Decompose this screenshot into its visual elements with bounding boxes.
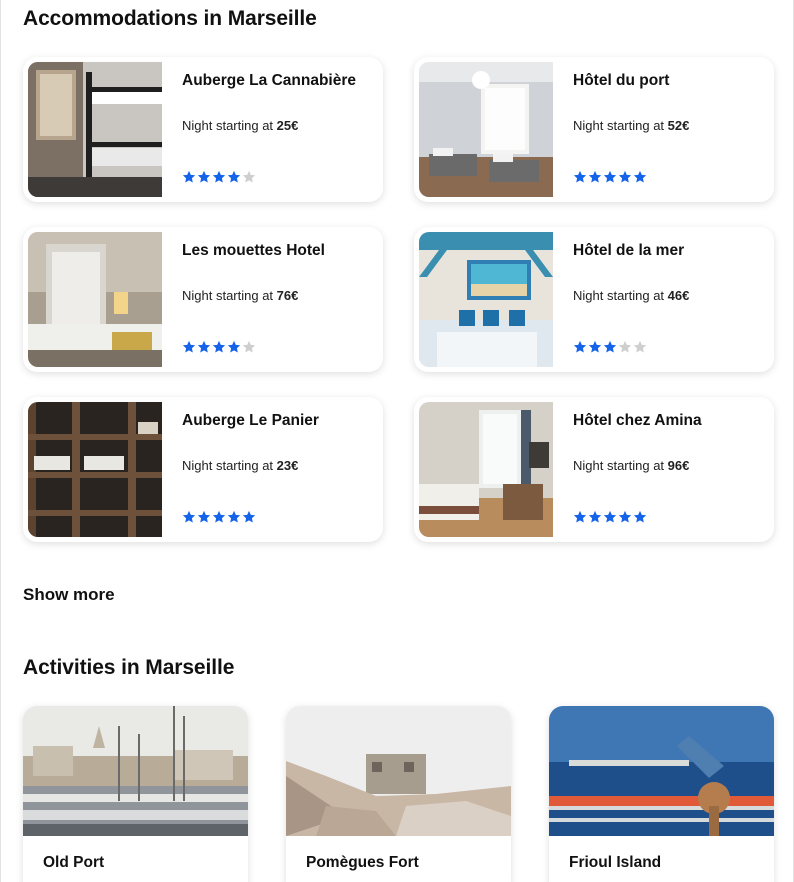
accommodation-name: Auberge La Cannabière (182, 72, 356, 89)
activities-title: Activities in Marseille (23, 656, 235, 679)
star-icon (212, 170, 226, 183)
accommodation-price: Night starting at 76€ (182, 288, 298, 303)
price-prefix: Night starting at (573, 118, 665, 133)
star-icon (242, 510, 256, 523)
hotel-room-photo (28, 232, 162, 367)
star-icon (633, 340, 647, 353)
hotel-room-photo (419, 402, 553, 537)
old-port-photo (23, 706, 248, 836)
star-icon (197, 340, 211, 353)
star-icon (182, 510, 196, 523)
activity-card[interactable]: Old Port (23, 706, 248, 882)
price-amount: 25€ (276, 118, 299, 133)
star-icon (573, 510, 587, 523)
price-amount: 96€ (667, 458, 690, 473)
activity-name: Old Port (43, 854, 105, 871)
accommodation-price: Night starting at 46€ (573, 288, 689, 303)
star-rating (182, 340, 256, 354)
star-icon (603, 510, 617, 523)
activity-card[interactable]: Pomègues Fort (286, 706, 511, 882)
price-prefix: Night starting at (182, 458, 274, 473)
star-icon (182, 340, 196, 353)
price-prefix: Night starting at (182, 288, 274, 303)
star-icon (182, 170, 196, 183)
star-icon (618, 340, 632, 353)
star-icon (618, 510, 632, 523)
activity-card[interactable]: Frioul Island (549, 706, 774, 882)
star-icon (603, 170, 617, 183)
star-rating (182, 510, 256, 524)
accommodation-name: Hôtel de la mer (573, 242, 685, 259)
star-icon (573, 340, 587, 353)
accommodation-name: Hôtel du port (573, 72, 670, 89)
show-more-link[interactable]: Show more (23, 585, 115, 605)
hostel-dorm-photo (28, 402, 162, 537)
island-view-photo (549, 706, 774, 836)
accommodation-card[interactable]: Hôtel du port Night starting at 52€ (414, 57, 774, 202)
accommodation-price: Night starting at 25€ (182, 118, 298, 133)
star-icon (618, 170, 632, 183)
star-rating (573, 340, 647, 354)
activity-name: Pomègues Fort (306, 854, 419, 871)
price-amount: 76€ (276, 288, 299, 303)
accommodation-price: Night starting at 23€ (182, 458, 298, 473)
star-icon (633, 510, 647, 523)
hostel-dorm-photo (28, 62, 162, 197)
star-rating (573, 170, 647, 184)
star-icon (242, 340, 256, 353)
page-frame: Accommodations in Marseille Auberge La C… (0, 0, 794, 882)
star-icon (588, 340, 602, 353)
star-icon (603, 340, 617, 353)
star-icon (588, 170, 602, 183)
hotel-room-photo (419, 232, 553, 367)
star-icon (212, 510, 226, 523)
accommodation-name: Hôtel chez Amina (573, 412, 702, 429)
star-icon (242, 170, 256, 183)
star-icon (227, 340, 241, 353)
star-icon (573, 170, 587, 183)
star-rating (182, 170, 256, 184)
accommodations-title: Accommodations in Marseille (23, 7, 317, 30)
accommodation-card[interactable]: Auberge La Cannabière Night starting at … (23, 57, 383, 202)
price-prefix: Night starting at (573, 458, 665, 473)
accommodation-name: Auberge Le Panier (182, 412, 319, 429)
star-rating (573, 510, 647, 524)
accommodation-card[interactable]: Hôtel de la mer Night starting at 46€ (414, 227, 774, 372)
activity-name: Frioul Island (569, 854, 662, 871)
price-amount: 23€ (276, 458, 299, 473)
star-icon (212, 340, 226, 353)
accommodation-name: Les mouettes Hotel (182, 242, 325, 259)
fort-photo (286, 706, 511, 836)
price-amount: 52€ (667, 118, 690, 133)
accommodation-price: Night starting at 52€ (573, 118, 689, 133)
price-prefix: Night starting at (573, 288, 665, 303)
star-icon (197, 510, 211, 523)
star-icon (197, 170, 211, 183)
star-icon (227, 510, 241, 523)
price-amount: 46€ (667, 288, 690, 303)
star-icon (227, 170, 241, 183)
accommodation-price: Night starting at 96€ (573, 458, 689, 473)
accommodation-card[interactable]: Hôtel chez Amina Night starting at 96€ (414, 397, 774, 542)
star-icon (588, 510, 602, 523)
accommodation-card[interactable]: Les mouettes Hotel Night starting at 76€ (23, 227, 383, 372)
hotel-room-photo (419, 62, 553, 197)
star-icon (633, 170, 647, 183)
accommodation-card[interactable]: Auberge Le Panier Night starting at 23€ (23, 397, 383, 542)
price-prefix: Night starting at (182, 118, 274, 133)
